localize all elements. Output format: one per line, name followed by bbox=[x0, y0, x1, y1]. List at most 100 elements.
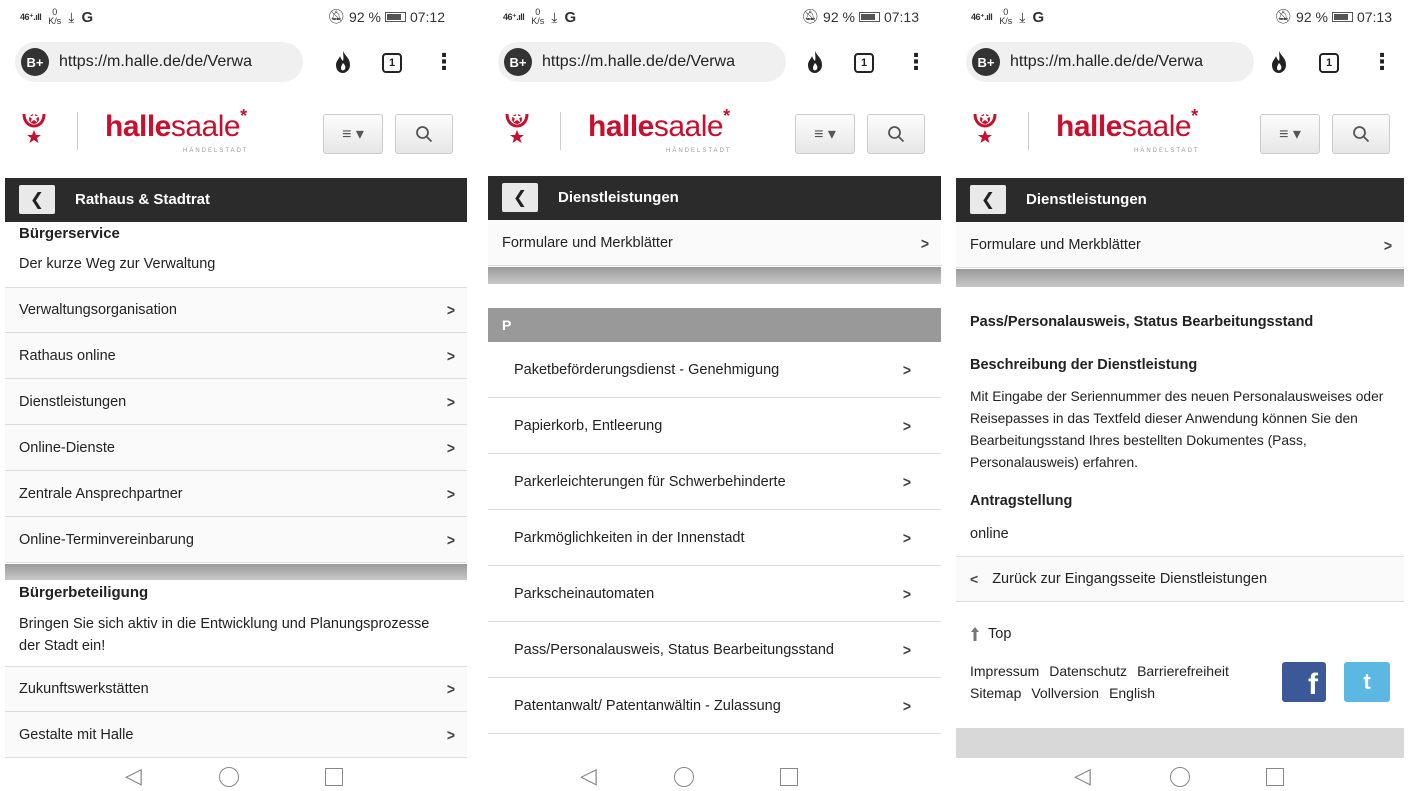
bplus-icon[interactable]: B+ bbox=[972, 48, 1000, 76]
chevron-right-icon: > bbox=[902, 360, 911, 379]
service-item-parkerleichterungen[interactable]: Parkerleichterungen für Schwerbehinderte… bbox=[488, 454, 941, 510]
nav-home-icon[interactable] bbox=[1170, 767, 1190, 787]
list-item-formulare[interactable]: Formulare und Merkblätter > bbox=[488, 220, 941, 266]
tabs-count-button[interactable]: 1 bbox=[382, 53, 402, 73]
service-item-paketbefoerderung[interactable]: Paketbeförderungsdienst - Genehmigung > bbox=[488, 342, 941, 398]
browser-toolbar: B+ https://m.halle.de/de/Verwa 1 ⋮ bbox=[966, 42, 1404, 84]
back-button[interactable]: ❮ bbox=[19, 185, 55, 214]
top-link-label: Top bbox=[988, 626, 1012, 642]
list-item-verwaltungsorganisation[interactable]: Verwaltungsorganisation > bbox=[5, 287, 467, 333]
vollversion-link[interactable]: Vollversion bbox=[1031, 685, 1099, 701]
service-item-parkmoeglichkeiten[interactable]: Parkmöglichkeiten in der Innenstadt > bbox=[488, 510, 941, 566]
top-link[interactable]: Top bbox=[970, 626, 1011, 642]
nav-back-icon[interactable]: ◁ bbox=[1074, 763, 1091, 789]
chevron-right-icon: > bbox=[902, 472, 911, 491]
nav-recent-icon[interactable] bbox=[325, 768, 343, 786]
address-bar[interactable]: B+ https://m.halle.de/de/Verwa bbox=[15, 42, 303, 82]
list-item-zukunftswerkstaetten[interactable]: Zukunftswerkstätten > bbox=[5, 666, 467, 712]
impressum-link[interactable]: Impressum bbox=[970, 663, 1039, 679]
site-logo[interactable]: hallesaale* bbox=[1056, 106, 1198, 144]
menu-button[interactable]: ≡ ▾ bbox=[1260, 114, 1320, 154]
list-item-online-terminvereinbarung[interactable]: Online-Terminvereinbarung > bbox=[5, 517, 467, 563]
list-item-zentrale-ansprechpartner[interactable]: Zentrale Ansprechpartner > bbox=[5, 471, 467, 517]
more-menu-icon[interactable]: ⋮ bbox=[905, 49, 927, 75]
tabs-count-button[interactable]: 1 bbox=[1319, 53, 1339, 73]
tabs-count-button[interactable]: 1 bbox=[854, 53, 874, 73]
address-bar[interactable]: B+ https://m.halle.de/de/Verwa bbox=[498, 42, 786, 82]
flame-icon[interactable] bbox=[333, 50, 353, 74]
url-text[interactable]: https://m.halle.de/de/Verwa bbox=[59, 53, 289, 71]
flame-icon[interactable] bbox=[1269, 50, 1289, 74]
net-speed: 0 K/s bbox=[999, 7, 1013, 26]
service-item-papierkorb[interactable]: Papierkorb, Entleerung > bbox=[488, 398, 941, 454]
halle-crest-icon[interactable] bbox=[972, 110, 998, 148]
list-item-label: Rathaus online bbox=[19, 347, 116, 364]
nav-recent-icon[interactable] bbox=[780, 768, 798, 786]
nav-back-icon[interactable]: ◁ bbox=[125, 763, 142, 789]
search-button[interactable] bbox=[867, 114, 925, 154]
g-icon: G bbox=[81, 8, 94, 26]
nav-back-icon[interactable]: ◁ bbox=[580, 763, 597, 789]
section-divider bbox=[956, 269, 1404, 287]
nav-home-icon[interactable] bbox=[219, 767, 239, 787]
chevron-right-icon: > bbox=[902, 416, 911, 435]
service-item-label: Paketbeförderungsdienst - Genehmigung bbox=[514, 361, 780, 378]
menu-button[interactable]: ≡ ▾ bbox=[795, 114, 855, 154]
address-bar[interactable]: B+ https://m.halle.de/de/Verwa bbox=[966, 42, 1254, 82]
sitemap-link[interactable]: Sitemap bbox=[970, 685, 1021, 701]
list-item-label: Zentrale Ansprechpartner bbox=[19, 485, 183, 502]
list-item-label: Formulare und Merkblätter bbox=[502, 234, 673, 251]
g-icon: G bbox=[564, 8, 577, 26]
battery-icon bbox=[384, 11, 406, 22]
menu-button[interactable]: ≡ ▾ bbox=[323, 114, 383, 154]
chevron-right-icon: > bbox=[902, 696, 911, 715]
list-item-gestalte-mit-halle[interactable]: Gestalte mit Halle > bbox=[5, 712, 467, 758]
section-text-buergerservice: Der kurze Weg zur Verwaltung bbox=[19, 256, 216, 272]
more-menu-icon[interactable]: ⋮ bbox=[433, 49, 455, 75]
nav-home-icon[interactable] bbox=[674, 767, 694, 787]
site-logo[interactable]: hallesaale* bbox=[588, 106, 730, 144]
logo-subtitle: HÄNDELSTADT bbox=[183, 148, 249, 154]
chevron-right-icon: > bbox=[902, 640, 911, 659]
search-button[interactable] bbox=[395, 114, 453, 154]
list-item-online-dienste[interactable]: Online-Dienste > bbox=[5, 425, 467, 471]
back-button[interactable]: ❮ bbox=[970, 185, 1006, 214]
url-text[interactable]: https://m.halle.de/de/Verwa bbox=[1010, 53, 1240, 71]
search-button[interactable] bbox=[1332, 114, 1390, 154]
bplus-icon[interactable]: B+ bbox=[504, 48, 532, 76]
list-item-rathaus-online[interactable]: Rathaus online > bbox=[5, 333, 467, 379]
service-title: Pass/Personalausweis, Status Bearbeitung… bbox=[970, 314, 1314, 330]
service-item-patentanwalt[interactable]: Patentanwalt/ Patentanwältin - Zulassung… bbox=[488, 678, 941, 734]
datenschutz-link[interactable]: Datenschutz bbox=[1049, 663, 1127, 679]
list-item-formulare[interactable]: Formulare und Merkblätter > bbox=[956, 222, 1404, 268]
back-button[interactable]: ❮ bbox=[502, 183, 538, 212]
page-title: Dienstleistungen bbox=[558, 189, 679, 206]
service-item-parkscheinautomaten[interactable]: Parkscheinautomaten > bbox=[488, 566, 941, 622]
facebook-icon[interactable]: f bbox=[1282, 662, 1326, 702]
english-link[interactable]: English bbox=[1109, 685, 1155, 701]
halle-crest-icon[interactable] bbox=[21, 110, 47, 148]
signal-icon: 46⁺.ıll bbox=[971, 11, 993, 22]
chevron-right-icon: > bbox=[920, 233, 929, 252]
more-menu-icon[interactable]: ⋮ bbox=[1371, 49, 1393, 75]
barrierefreiheit-link[interactable]: Barrierefreiheit bbox=[1137, 663, 1229, 679]
back-to-services-link[interactable]: < Zurück zur Eingangsseite Dienstleistung… bbox=[956, 556, 1404, 602]
android-nav-bar: ◁ bbox=[5, 763, 467, 791]
url-text[interactable]: https://m.halle.de/de/Verwa bbox=[542, 53, 772, 71]
list-item-label: Online-Dienste bbox=[19, 439, 115, 456]
status-bar: 46⁺.ıll 0 K/s ⤓ G 🔕︎ 92 % 07:13 bbox=[488, 6, 941, 28]
screen-2: 46⁺.ıll 0 K/s ⤓ G 🔕︎ 92 % 07:13 B+ https:… bbox=[470, 0, 953, 791]
service-item-pass-personalausweis[interactable]: Pass/Personalausweis, Status Bearbeitung… bbox=[488, 622, 941, 678]
list-item-dienstleistungen[interactable]: Dienstleistungen > bbox=[5, 379, 467, 425]
bplus-icon[interactable]: B+ bbox=[21, 48, 49, 76]
nav-recent-icon[interactable] bbox=[1266, 768, 1284, 786]
list-item-label: Verwaltungsorganisation bbox=[19, 302, 177, 318]
flame-icon[interactable] bbox=[805, 50, 825, 74]
chevron-right-icon: > bbox=[446, 300, 455, 320]
site-logo[interactable]: hallesaale* bbox=[105, 106, 247, 144]
clock: 07:13 bbox=[1356, 8, 1392, 25]
chevron-right-icon: > bbox=[446, 484, 455, 503]
twitter-icon[interactable]: t bbox=[1344, 662, 1390, 702]
download-icon: ⤓ bbox=[551, 8, 558, 25]
halle-crest-icon[interactable] bbox=[504, 110, 530, 148]
